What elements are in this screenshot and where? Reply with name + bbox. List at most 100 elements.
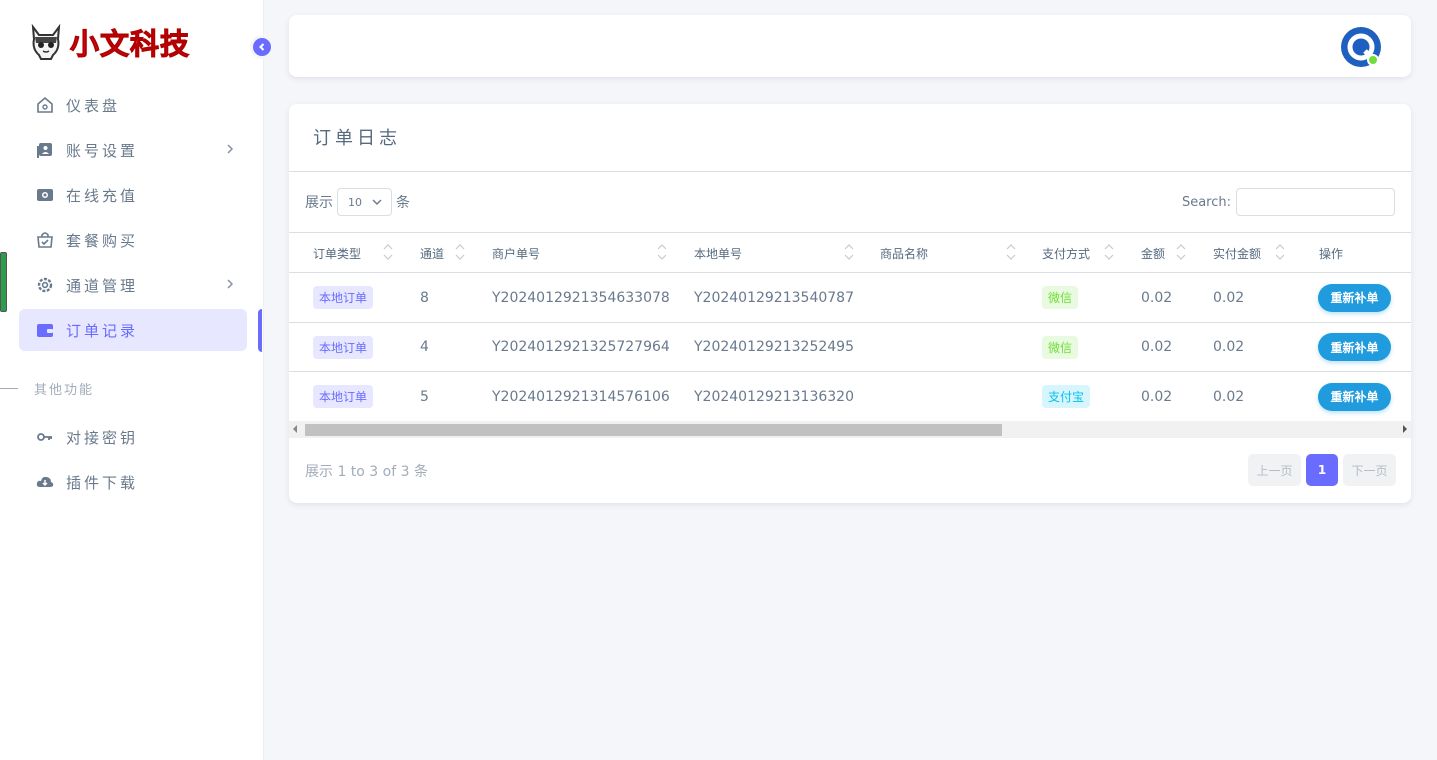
column-header[interactable]: 金额 — [1141, 233, 1165, 273]
column-header[interactable]: 通道 — [420, 233, 444, 273]
pagination: 上一页 1 下一页 — [1248, 454, 1396, 486]
sidebar-item-recharge[interactable]: 在线充值 — [19, 174, 247, 216]
channel-cell: 8 — [420, 289, 429, 306]
table-row: 本地订单 5 Y2024012921314576106 Y20240129213… — [289, 372, 1411, 422]
scrollbar-thumb[interactable] — [305, 424, 1002, 436]
divider — [0, 387, 18, 389]
column-header[interactable]: 商品名称 — [880, 233, 928, 273]
menu-section-label: 其他功能 — [34, 382, 95, 398]
paid-amount-cell: 0.02 — [1213, 339, 1245, 355]
horizontal-scrollbar[interactable] — [289, 421, 1411, 438]
sidebar-item-order-records[interactable]: 订单记录 — [19, 309, 247, 351]
divider — [289, 171, 1411, 172]
page-button[interactable]: 1 — [1306, 454, 1338, 486]
prev-page-button[interactable]: 上一页 — [1248, 454, 1301, 486]
orders-table: 订单类型 通道 商户单号 本地单号 商品名称 支付方式 金额 实付金额 操作 本… — [289, 232, 1411, 422]
sort-icon[interactable] — [844, 242, 854, 262]
sidebar-item-label: 插件下载 — [66, 473, 139, 492]
sidebar-menu-other: 对接密钥 插件下载 — [19, 416, 247, 506]
order-log-card: 订单日志 展示 10 条 Search: 订单类型 通道 商户单号 本地单号 商… — [289, 104, 1411, 503]
gear-icon — [35, 275, 55, 295]
channel-cell: 5 — [420, 388, 429, 405]
next-page-button[interactable]: 下一页 — [1343, 454, 1396, 486]
resubmit-order-button[interactable]: 重新补单 — [1318, 283, 1391, 312]
sidebar-item-channels[interactable]: 通道管理 — [19, 264, 247, 306]
amount-cell: 0.02 — [1141, 339, 1173, 355]
sidebar-item-label: 账号设置 — [66, 141, 139, 160]
payment-method-badge: 微信 — [1042, 286, 1079, 309]
sidebar-item-label: 对接密钥 — [66, 428, 139, 447]
home-icon — [35, 95, 55, 115]
top-navbar — [289, 15, 1411, 77]
table-row: 本地订单 4 Y2024012921325727964 Y20240129213… — [289, 323, 1411, 372]
page-length-select[interactable]: 10 — [337, 188, 392, 216]
merchant-no-cell: Y2024012921325727964 — [492, 339, 670, 355]
scroll-right-arrow-icon[interactable] — [1403, 425, 1407, 433]
card-title: 订单日志 — [313, 128, 401, 149]
table-row: 本地订单 8 Y2024012921354633078 Y20240129213… — [289, 273, 1411, 323]
length-suffix: 条 — [396, 195, 410, 211]
order-type-badge: 本地订单 — [313, 385, 374, 408]
paid-amount-cell: 0.02 — [1213, 289, 1245, 306]
column-header[interactable]: 支付方式 — [1042, 233, 1090, 273]
sidebar-item-dashboard[interactable]: 仪表盘 — [19, 84, 247, 126]
edge-handle[interactable] — [0, 252, 7, 312]
user-card-icon — [35, 140, 55, 160]
column-header[interactable]: 实付金额 — [1213, 233, 1261, 273]
sidebar-item-packages[interactable]: 套餐购买 — [19, 219, 247, 261]
sidebar-item-label: 在线充值 — [66, 186, 139, 205]
chevron-right-icon — [227, 144, 234, 154]
sort-icon[interactable] — [1275, 242, 1285, 262]
sort-icon[interactable] — [1176, 242, 1186, 262]
sidebar-item-api-key[interactable]: 对接密钥 — [19, 416, 247, 458]
column-header[interactable]: 商户单号 — [492, 233, 540, 273]
table-header: 订单类型 通道 商户单号 本地单号 商品名称 支付方式 金额 实付金额 操作 — [289, 232, 1411, 273]
sidebar-item-label: 订单记录 — [66, 321, 139, 340]
amount-cell: 0.02 — [1141, 289, 1173, 306]
column-header: 操作 — [1319, 246, 1344, 261]
search-label: Search: — [1181, 194, 1231, 210]
local-no-cell: Y20240129213136320 — [694, 388, 854, 405]
sort-icon[interactable] — [455, 242, 465, 262]
cat-mascot-icon — [28, 22, 64, 62]
column-header[interactable]: 订单类型 — [313, 233, 361, 273]
order-type-badge: 本地订单 — [313, 335, 374, 359]
brand[interactable]: 小文科技 — [28, 20, 190, 64]
menu-section-header: 其他功能 — [0, 376, 240, 400]
column-header[interactable]: 本地单号 — [694, 233, 742, 273]
search-input[interactable] — [1236, 188, 1395, 216]
sidebar-item-plugin-download[interactable]: 插件下载 — [19, 461, 247, 503]
camera-icon — [35, 185, 55, 205]
sort-icon[interactable] — [657, 242, 667, 262]
sort-icon[interactable] — [383, 242, 393, 262]
resubmit-order-button[interactable]: 重新补单 — [1318, 333, 1391, 361]
key-icon — [35, 427, 55, 447]
sidebar-item-account-settings[interactable]: 账号设置 — [19, 129, 247, 171]
sidebar-item-label: 套餐购买 — [66, 231, 139, 250]
order-type-badge: 本地订单 — [313, 286, 374, 309]
sidebar-menu: 仪表盘 账号设置 在线充值 套餐购买 通道管理 订单记录 — [19, 84, 247, 354]
search-control: Search: — [1182, 188, 1395, 216]
sort-icon[interactable] — [1104, 242, 1114, 262]
scroll-left-arrow-icon[interactable] — [293, 425, 297, 433]
payment-method-badge: 支付宝 — [1042, 385, 1091, 408]
user-avatar[interactable] — [1340, 26, 1382, 68]
sidebar-collapse-button[interactable] — [250, 35, 274, 59]
active-indicator — [258, 309, 262, 352]
sort-icon[interactable] — [1006, 242, 1016, 262]
sidebar-item-label: 仪表盘 — [66, 96, 121, 115]
channel-cell: 4 — [420, 339, 429, 355]
chevron-down-icon — [372, 199, 382, 205]
resubmit-order-button[interactable]: 重新补单 — [1318, 382, 1391, 411]
sidebar-item-label: 通道管理 — [66, 276, 139, 295]
brand-name: 小文科技 — [69, 27, 191, 62]
payment-method-badge: 微信 — [1042, 335, 1079, 359]
sidebar: 小文科技 仪表盘 账号设置 在线充值 套餐购买 通道管理 订单记录 其他功能 对… — [0, 0, 264, 760]
chevron-left-icon — [259, 43, 265, 51]
local-no-cell: Y20240129213540787 — [694, 289, 854, 306]
merchant-no-cell: Y2024012921314576106 — [492, 388, 670, 405]
length-prefix: 展示 — [305, 195, 333, 211]
local-no-cell: Y20240129213252495 — [694, 339, 854, 355]
merchant-no-cell: Y2024012921354633078 — [492, 289, 670, 306]
paid-amount-cell: 0.02 — [1213, 388, 1245, 405]
